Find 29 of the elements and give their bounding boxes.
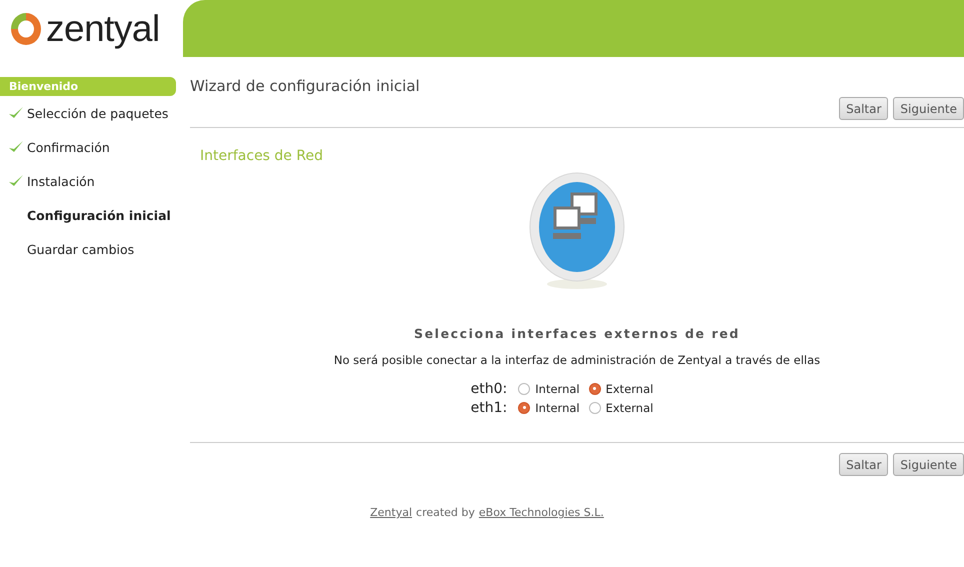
step-label: Guardar cambios xyxy=(27,242,134,256)
footer-link[interactable]: eBox Technologies S.L. xyxy=(478,506,604,519)
logo-text: zentyal xyxy=(46,8,160,50)
wizard-button[interactable]: Saltar xyxy=(839,453,888,476)
radio-label: External xyxy=(606,382,654,396)
interface-name: eth1: xyxy=(470,400,508,416)
step-label: Selección de paquetes xyxy=(27,106,168,120)
sidebar-header: Bienvenido xyxy=(0,77,176,96)
radio-label: Internal xyxy=(535,382,580,396)
step-label: Confirmación xyxy=(27,140,110,154)
description: No será posible conectar a la interfaz de administración de Zentyal a través de ellas xyxy=(334,353,820,367)
radio-button[interactable] xyxy=(588,402,601,414)
radio-button[interactable] xyxy=(588,382,601,394)
radio-label: External xyxy=(606,400,654,414)
radio-label: Internal xyxy=(535,400,580,414)
network-computers-icon xyxy=(527,172,627,292)
radio-button[interactable] xyxy=(518,402,530,414)
page-title: Wizard de configuración inicial xyxy=(190,77,421,97)
interface-name: eth0: xyxy=(470,380,508,396)
heading: Selecciona interfaces externos de red xyxy=(414,326,740,341)
wizard-button[interactable]: Siguiente xyxy=(893,453,964,476)
footer-text: created by xyxy=(416,506,475,519)
section-title: Interfaces de Red xyxy=(200,148,324,164)
footer-link[interactable]: Zentyal xyxy=(370,506,412,519)
radio-button[interactable] xyxy=(518,382,530,394)
wizard-button[interactable]: Siguiente xyxy=(893,97,964,120)
step-label: Configuración inicial xyxy=(27,208,171,222)
step-label: Instalación xyxy=(27,174,95,188)
wizard-button[interactable]: Saltar xyxy=(839,97,888,120)
